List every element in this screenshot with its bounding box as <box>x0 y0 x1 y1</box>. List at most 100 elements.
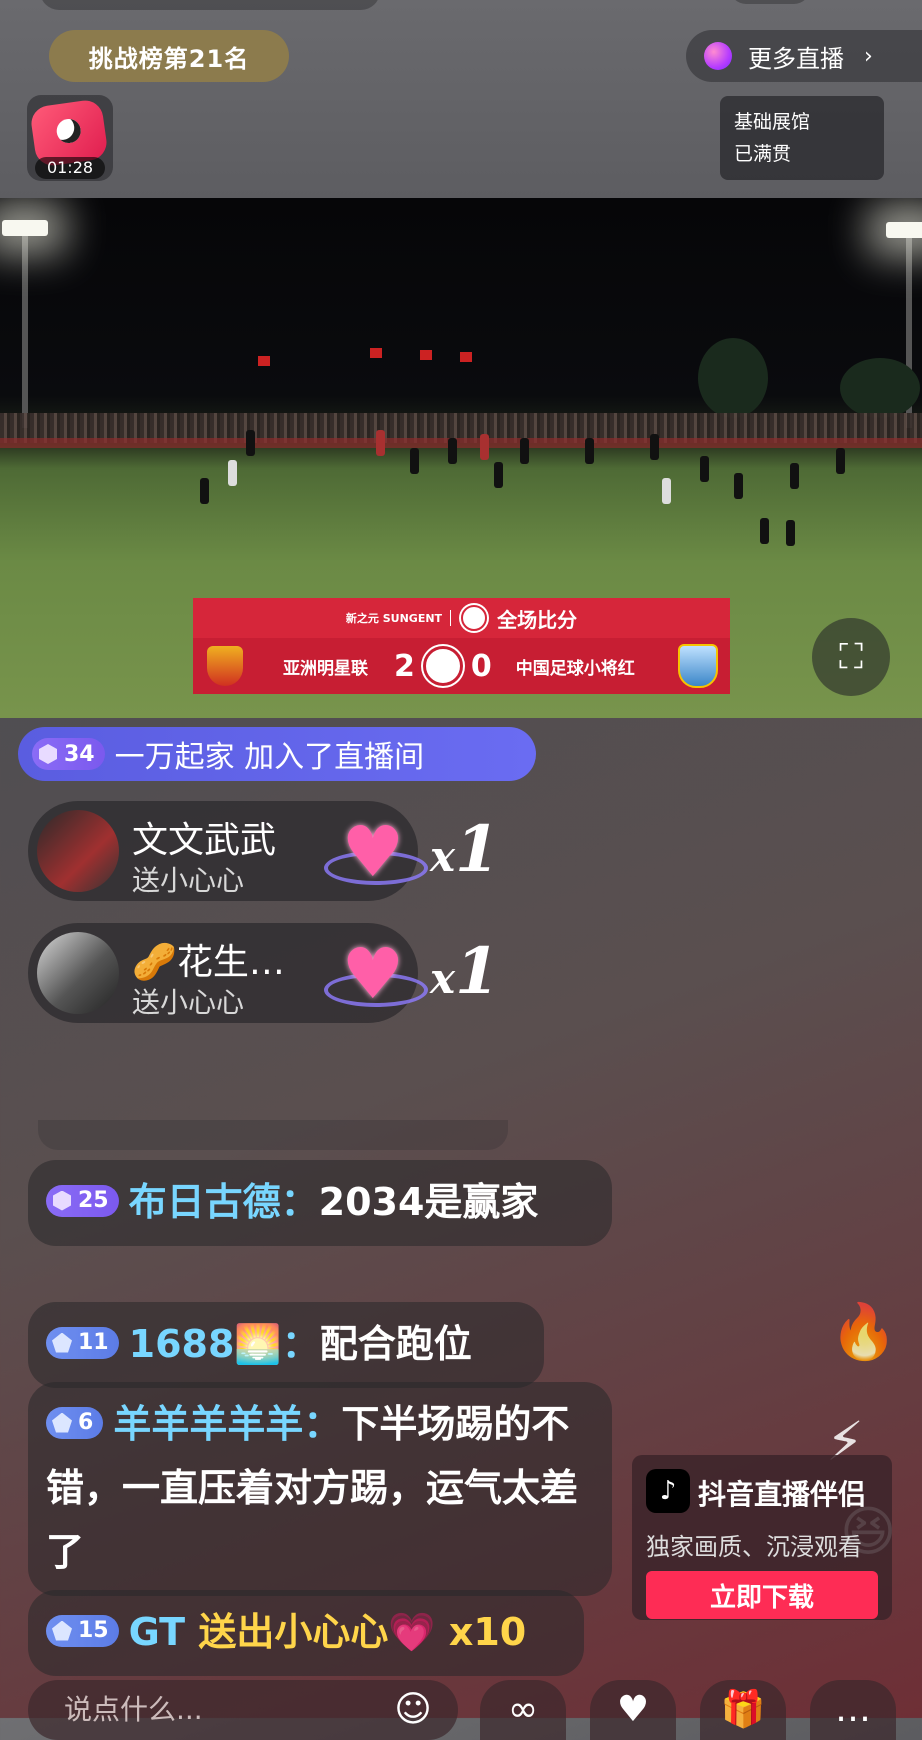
more-icon[interactable]: … <box>810 1680 896 1740</box>
player <box>790 463 799 489</box>
user-level-badge: 6 <box>46 1406 104 1439</box>
faded-message <box>38 1120 508 1150</box>
level-diamond-icon <box>52 1620 72 1641</box>
sponsor-logo: 新之元 SUNGENT <box>346 610 452 626</box>
level-number: 11 <box>78 1329 109 1355</box>
home-crest-icon <box>207 646 243 686</box>
player <box>376 430 385 456</box>
gift-notice[interactable]: 文文武武 送小心心 ♥ <box>28 801 428 901</box>
chat-username[interactable]: 1688🌅： <box>129 1322 320 1366</box>
player <box>836 448 845 474</box>
flag <box>370 348 382 358</box>
flag <box>420 350 432 360</box>
football-icon <box>422 646 463 686</box>
multiplier-x: x <box>430 832 456 881</box>
heart-gift-icon: ♥ <box>341 811 405 893</box>
away-crest-icon <box>678 644 718 688</box>
level-number: 25 <box>78 1187 109 1213</box>
anchor-info-bar[interactable] <box>40 0 380 10</box>
download-button[interactable]: 立即下载 <box>646 1571 878 1619</box>
gift-timer: 01:28 <box>35 157 105 179</box>
user-level-badge: 15 <box>46 1614 119 1647</box>
scoreboard-row: 亚洲明星联 2 0 中国足球小将红 <box>193 638 730 694</box>
gift-notice[interactable]: 🥜花生… 送小心心 ♥ <box>28 923 428 1023</box>
flag <box>258 356 270 366</box>
player <box>410 448 419 474</box>
bottom-bar: 说点什么... ☺ ∞ ♥ 🎁 … <box>0 1676 922 1740</box>
avatar <box>37 932 119 1014</box>
scoreboard-header: 新之元 SUNGENT 全场比分 <box>193 598 730 638</box>
away-team: 中国足球小将红 <box>515 658 635 679</box>
user-level-badge: 25 <box>46 1184 119 1217</box>
gift-sender: 🥜花生… <box>132 942 285 983</box>
join-text: 一万起家 加入了直播间 <box>114 740 425 775</box>
player <box>520 438 529 464</box>
home-team: 亚洲明星联 <box>283 658 368 679</box>
level-hex-icon <box>39 744 57 764</box>
player <box>700 456 709 482</box>
scoreboard: 新之元 SUNGENT 全场比分 亚洲明星联 2 0 中国足球小将红 <box>193 598 730 694</box>
level-diamond-icon <box>52 1412 72 1433</box>
tiktok-logo-icon: ♪ <box>646 1469 690 1513</box>
multiplier-x: x <box>430 954 456 1003</box>
away-score: 0 <box>470 648 492 684</box>
gift-countdown-widget[interactable]: 01:28 <box>27 95 113 181</box>
gift-multiplier: x1 <box>430 812 500 887</box>
level-diamond-icon <box>52 1332 72 1353</box>
live-planet-icon <box>704 42 732 70</box>
ad-title: 抖音直播伴侣 <box>698 1478 867 1511</box>
multiplier-count: 1 <box>455 934 500 1009</box>
gift-multiplier: x1 <box>430 934 500 1009</box>
chat-message[interactable]: 25 布日古德：2034是赢家 <box>28 1160 612 1246</box>
viewer-count-pill[interactable] <box>730 0 810 4</box>
player <box>246 430 255 456</box>
ad-desc: 独家画质、沉浸观看 <box>646 1533 862 1561</box>
rank-badge[interactable]: 挑战榜第21名 <box>49 30 289 82</box>
player <box>200 478 209 504</box>
badge-line-1: 基础展馆 <box>734 111 811 133</box>
floodlight <box>2 220 48 236</box>
join-notice: 34 一万起家 加入了直播间 <box>18 727 536 781</box>
chat-username[interactable]: GT <box>129 1610 185 1654</box>
user-level-badge: 11 <box>46 1326 119 1359</box>
level-number: 6 <box>78 1409 94 1435</box>
fullscreen-icon[interactable]: ⛶ <box>812 618 890 696</box>
player <box>585 438 594 464</box>
tree <box>840 358 920 418</box>
level-number: 15 <box>78 1617 109 1643</box>
player <box>448 438 457 464</box>
gift-icon[interactable]: 🎁 <box>700 1680 786 1740</box>
emoji-icon[interactable]: ☺ <box>370 1680 456 1740</box>
chat-message[interactable]: 11 1688🌅：配合跑位 <box>28 1302 544 1388</box>
douyin-companion-ad[interactable]: ♪ 抖音直播伴侣 独家画质、沉浸观看 立即下载 <box>632 1455 892 1620</box>
tree <box>698 338 768 418</box>
player <box>734 473 743 499</box>
badge-line-2: 已满贯 <box>734 143 792 165</box>
flag <box>460 352 472 362</box>
gift-action: 送小心心 <box>132 864 245 897</box>
fire-emoji-icon: 🔥 <box>830 1300 898 1363</box>
player <box>494 462 503 488</box>
live-video[interactable]: 新之元 SUNGENT 全场比分 亚洲明星联 2 0 中国足球小将红 ⛶ <box>0 198 922 718</box>
chevron-right-icon: › <box>864 43 873 69</box>
more-live-button[interactable]: 更多直播 › <box>686 30 922 82</box>
user-level-badge: 34 <box>32 738 105 770</box>
chat-text: 配合跑位 <box>319 1322 472 1366</box>
badge-panel[interactable]: 基础展馆 已满贯 <box>720 96 884 180</box>
chat-message[interactable]: 6 羊羊羊羊羊：下半场踢的不错，一直压着对方踢，运气太差了 <box>28 1382 612 1596</box>
chat-username[interactable]: 羊羊羊羊羊： <box>113 1402 341 1446</box>
chat-text: 2034是赢家 <box>318 1180 539 1224</box>
gift-sender: 文文武武 <box>132 820 277 861</box>
ad-boards <box>0 438 922 448</box>
football-icon <box>461 605 488 631</box>
home-score: 2 <box>394 648 415 684</box>
player <box>786 520 795 546</box>
player <box>650 434 659 460</box>
player <box>760 518 769 544</box>
chat-message[interactable]: 15 GT 送出小心心💗 x10 <box>28 1590 584 1676</box>
chat-username[interactable]: 布日古德： <box>129 1180 319 1224</box>
link-icon[interactable]: ∞ <box>480 1680 566 1740</box>
player <box>228 460 237 486</box>
heart-gift-icon: ♥ <box>341 933 405 1015</box>
heart-icon[interactable]: ♥ <box>590 1680 676 1740</box>
